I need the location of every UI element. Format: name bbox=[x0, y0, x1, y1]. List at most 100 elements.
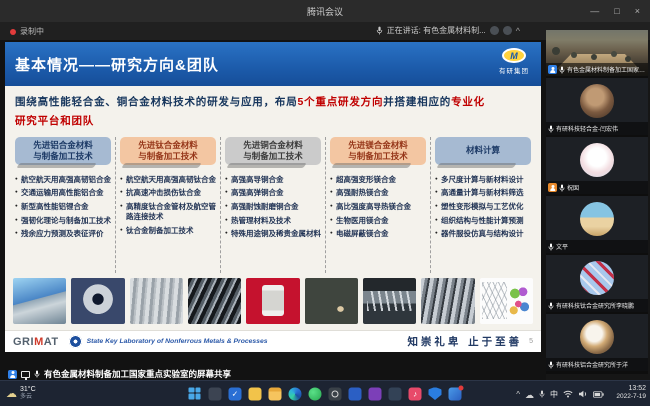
column-aluminum: 先进铝合金材料 与制备加工技术 航空航天用高强高韧铝合金 交通运输用高性能铝合金… bbox=[11, 137, 115, 273]
volume-icon[interactable] bbox=[578, 390, 588, 398]
research-item: 生物医用镁合金 bbox=[330, 216, 426, 226]
column-header: 先进钛合金材料 与制备加工技术 bbox=[120, 137, 216, 165]
research-item: 塑性变形模拟与工艺优化 bbox=[435, 202, 531, 212]
mic-icon bbox=[559, 184, 565, 192]
minimize-button[interactable]: — bbox=[590, 6, 599, 16]
column-magnesium: 先进镁合金材料 与制备加工技术 超高强变形镁合金 高强耐热镁合金 高比强度高导热… bbox=[325, 137, 430, 273]
research-columns: 先进铝合金材料 与制备加工技术 航空航天用高强高韧铝合金 交通运输用高性能铝合金… bbox=[11, 137, 535, 273]
avatar bbox=[580, 261, 614, 295]
participant-name: 祝囡 bbox=[567, 183, 579, 192]
photos-app-icon[interactable] bbox=[449, 387, 462, 400]
word-icon[interactable] bbox=[349, 387, 362, 400]
wifi-icon[interactable] bbox=[563, 390, 573, 398]
close-button[interactable]: × bbox=[635, 6, 640, 16]
photo-extruded-profiles bbox=[421, 278, 474, 324]
column-list: 多尺度计算与新材料设计 高通量计算与新材料筛选 塑性变形模拟与工艺优化 组织结构… bbox=[435, 175, 531, 240]
photo-alloy-chips bbox=[305, 278, 358, 324]
participant-tile[interactable]: 有研科技轻合金-闫宏伟 bbox=[546, 78, 648, 135]
research-item: 多尺度计算与新材料设计 bbox=[435, 175, 531, 185]
participant-tile[interactable]: 有研科技铝合金研究所于洋 bbox=[546, 314, 648, 371]
recording-label: 录制中 bbox=[20, 26, 44, 37]
mic-icon bbox=[559, 66, 565, 74]
taskbar-clock[interactable]: 13:52 2022-7-19 bbox=[616, 385, 646, 402]
hand-raise-icon bbox=[548, 183, 557, 192]
edge-browser-icon[interactable] bbox=[289, 387, 302, 400]
screen-share-banner: 有色金属材料制备加工国家重点实验室的屏幕共享 bbox=[0, 367, 231, 381]
participant-label: 有研科技轻合金-闫宏伟 bbox=[546, 122, 648, 135]
research-item: 残余应力预测及表征评价 bbox=[15, 229, 111, 239]
column-header: 先进镁合金材料 与制备加工技术 bbox=[330, 137, 426, 165]
participant-mini-icon[interactable] bbox=[503, 26, 512, 35]
research-item: 高强耐热镁合金 bbox=[330, 188, 426, 198]
qq-icon[interactable] bbox=[389, 387, 402, 400]
sticky-notes-icon[interactable] bbox=[249, 387, 262, 400]
photo-aluminum-plates bbox=[13, 278, 66, 324]
lab-name: State Key Laboratory of Nonferrous Metal… bbox=[87, 338, 268, 345]
slide-intro-paragraph: 围绕高性能轻合金、铜合金材料技术的研发与应用，布局5个重点研发方向并搭建相应的专… bbox=[15, 93, 531, 131]
column-titanium: 先进钛合金材料 与制备加工技术 航空航天用高强高韧钛合金 抗高速冲击损伤钛合金 … bbox=[115, 137, 220, 273]
column-computation: 材料计算 多尺度计算与新材料设计 高通量计算与新材料筛选 塑性变形模拟与工艺优化… bbox=[430, 137, 535, 273]
shared-screen-area: 基本情况——研究方向&团队 M 有研集团 围绕高性能轻合金、铜合金材料技术的研发… bbox=[0, 40, 546, 380]
research-item: 高精度钛合金管材及航空管路连接技术 bbox=[120, 202, 216, 222]
column-copper: 先进铜合金材料 与制备加工技术 高强高导铜合金 高强高弹铜合金 高强耐蚀耐磨铜合… bbox=[220, 137, 325, 273]
host-badge-icon bbox=[548, 65, 557, 74]
ime-indicator[interactable]: 中 bbox=[550, 389, 558, 400]
intro-segment: 围绕高性能轻合金、铜合金材料技术的研发与应用，布局 bbox=[15, 96, 298, 108]
grinm-logo-icon: M bbox=[502, 48, 526, 63]
research-item: 组织结构与性能计算预测 bbox=[435, 216, 531, 226]
file-explorer-icon[interactable] bbox=[269, 387, 282, 400]
mic-icon bbox=[34, 370, 40, 378]
brand-text: M bbox=[34, 336, 44, 348]
tray-mic-icon[interactable] bbox=[539, 390, 545, 398]
page-number: 5 bbox=[529, 338, 533, 345]
taskbar-weather-widget[interactable]: 31°C 多云 bbox=[6, 384, 36, 402]
participant-tile[interactable]: 祝囡 bbox=[546, 137, 648, 194]
meeting-window: 腾讯会议 — □ × 录制中 正在讲话: 有色金属材料制... 基本情况——研究… bbox=[0, 0, 650, 406]
battery-icon[interactable] bbox=[593, 391, 604, 398]
column-list: 航空航天用高强高韧铝合金 交通运输用高性能铝合金 新型高性能铝锂合金 强韧化理论… bbox=[15, 175, 111, 240]
window-title: 腾讯会议 bbox=[307, 5, 343, 18]
research-item: 热管理材料及技术 bbox=[225, 216, 321, 226]
column-list: 航空航天用高强高韧钛合金 抗高速冲击损伤钛合金 高精度钛合金管材及航空管路连接技… bbox=[120, 175, 216, 236]
presentation-slide: 基本情况——研究方向&团队 M 有研集团 围绕高性能轻合金、铜合金材料技术的研发… bbox=[5, 42, 541, 352]
sharer-badge-icon bbox=[8, 370, 17, 379]
music-app-icon[interactable] bbox=[409, 387, 422, 400]
weather-cloud-icon bbox=[6, 384, 17, 402]
material-photo-strip bbox=[13, 278, 533, 324]
onenote-icon[interactable] bbox=[369, 387, 382, 400]
brand-text: AT bbox=[44, 336, 59, 348]
tray-chevron-icon[interactable] bbox=[516, 390, 520, 399]
windows-start-icon[interactable] bbox=[189, 387, 202, 400]
tencent-docs-icon[interactable] bbox=[229, 387, 242, 400]
research-item: 航空航天用高强高韧钛合金 bbox=[120, 175, 216, 185]
weather-temp: 31°C bbox=[20, 386, 36, 394]
photo-wire-spool bbox=[246, 278, 299, 324]
photo-crystal-structure bbox=[480, 278, 533, 324]
participant-mini-icon[interactable] bbox=[490, 26, 499, 35]
wechat-icon[interactable] bbox=[309, 387, 322, 400]
weather-condition: 多云 bbox=[20, 394, 36, 401]
research-item: 高通量计算与新材料筛选 bbox=[435, 188, 531, 198]
participant-name: 有色金属材料制备加工国家重点... bbox=[567, 65, 646, 74]
research-item: 强韧化理论与制备加工技术 bbox=[15, 216, 111, 226]
lab-emblem-icon bbox=[69, 335, 82, 348]
research-item: 钛合金制备加工技术 bbox=[120, 226, 216, 236]
participant-tile[interactable]: 文平 bbox=[546, 196, 648, 253]
share-banner-text: 有色金属材料制备加工国家重点实验室的屏幕共享 bbox=[44, 368, 231, 380]
grinm-logo: M 有研集团 bbox=[499, 48, 529, 75]
participant-tile-video[interactable]: 有色金属材料制备加工国家重点... bbox=[546, 30, 648, 76]
recording-indicator: 录制中 bbox=[10, 26, 44, 37]
calendar-app-icon[interactable] bbox=[209, 387, 222, 400]
column-header: 先进铜合金材料 与制备加工技术 bbox=[225, 137, 321, 165]
intro-highlight: 5个重点研发方向 bbox=[298, 96, 384, 108]
research-item: 高强高导铜合金 bbox=[225, 175, 321, 185]
research-item: 超高强变形镁合金 bbox=[330, 175, 426, 185]
research-item: 特殊用途铜及稀贵金属材料 bbox=[225, 229, 321, 239]
research-item: 航空航天用高强高韧铝合金 bbox=[15, 175, 111, 185]
maximize-button[interactable]: □ bbox=[614, 6, 619, 16]
chevron-up-icon[interactable] bbox=[516, 26, 520, 36]
search-icon[interactable] bbox=[329, 387, 342, 400]
onedrive-icon[interactable] bbox=[525, 385, 534, 403]
participant-tile[interactable]: 有研科技钛合金研究所李晓鹏 bbox=[546, 255, 648, 312]
defender-icon[interactable] bbox=[429, 387, 442, 400]
